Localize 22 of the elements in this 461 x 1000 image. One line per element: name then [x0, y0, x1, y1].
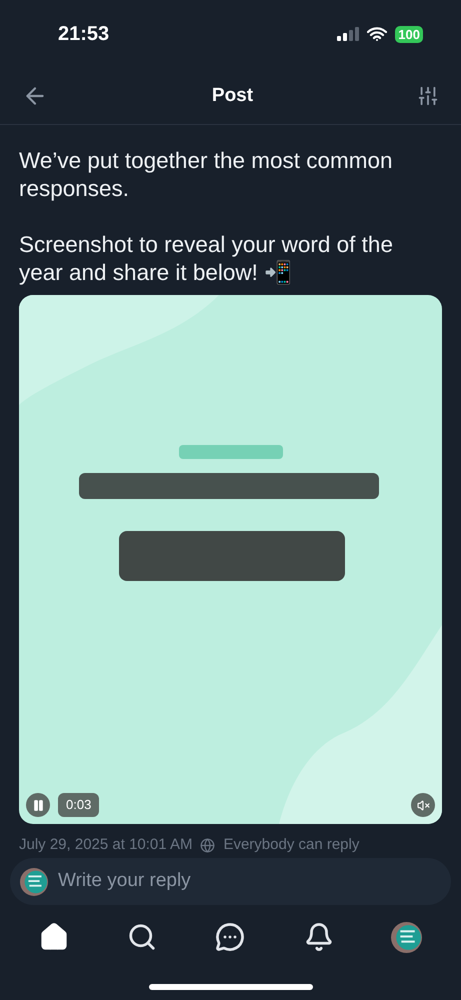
- muted-speaker-icon: [416, 798, 430, 812]
- status-time: 21:53: [58, 22, 110, 47]
- post-text: Screenshot to reveal your word of the year and share it below! 📲: [19, 231, 394, 287]
- wifi-icon: [367, 27, 388, 41]
- reply-permission: Everybody can reply: [223, 836, 360, 854]
- post-text: We’ve put together the most common responses.: [19, 147, 394, 203]
- avatar-icon: [391, 922, 422, 952]
- globe-icon: [200, 838, 216, 852]
- search-icon: [127, 922, 158, 952]
- home-icon: [39, 922, 70, 952]
- battery-indicator: 100: [395, 26, 423, 42]
- reply-field[interactable]: Write your reply: [10, 858, 451, 905]
- signal-icon: [337, 27, 360, 41]
- pause-icon: [32, 798, 44, 812]
- post-date: July 29, 2025 at 10:01 AM: [19, 836, 192, 854]
- filter-button[interactable]: [417, 85, 439, 107]
- avatar-icon: [20, 868, 48, 896]
- page-title: Post: [212, 84, 254, 108]
- bell-icon: [304, 922, 334, 952]
- reply-input[interactable]: Write your reply: [58, 867, 441, 896]
- chat-bubble-icon: [215, 922, 246, 952]
- video-time: 0:03: [58, 793, 100, 817]
